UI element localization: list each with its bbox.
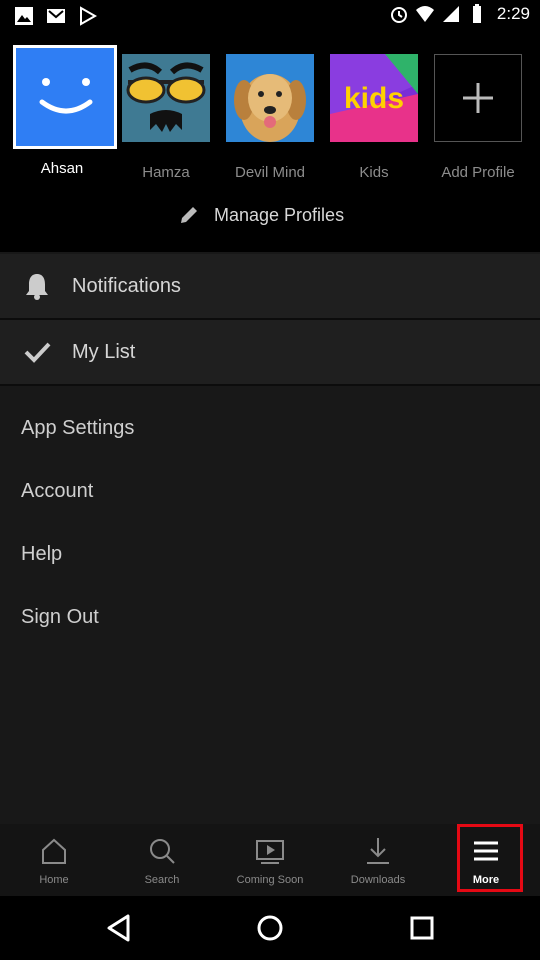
image-notification-icon <box>15 7 33 25</box>
plus-icon <box>463 83 493 113</box>
kids-logo: kids <box>330 54 418 142</box>
sunglasses-face-icon <box>126 62 206 132</box>
notifications-label: Notifications <box>72 274 181 297</box>
smiley-icon <box>39 78 93 114</box>
profile-ahsan[interactable]: Ahsan <box>13 45 117 177</box>
profile-selector: Ahsan Hamza Devil Mind kids Kids Add Pro… <box>0 34 540 252</box>
sign-out-item[interactable]: Sign Out <box>21 606 99 629</box>
alarm-icon <box>390 7 407 23</box>
tab-label: Search <box>144 874 180 886</box>
profile-name: Hamza <box>142 164 190 181</box>
highlight-box <box>457 824 523 892</box>
tab-search[interactable]: Search <box>108 824 216 896</box>
profile-name: Kids <box>359 164 389 181</box>
search-icon <box>150 839 175 864</box>
wifi-icon <box>415 6 434 22</box>
manage-profiles-button[interactable]: Manage Profiles <box>178 204 344 226</box>
avatar <box>13 45 117 149</box>
tab-label: Home <box>39 874 69 886</box>
profile-devil-mind[interactable]: Devil Mind <box>224 54 316 181</box>
avatar <box>122 54 210 142</box>
profile-kids[interactable]: kids Kids <box>328 54 420 181</box>
manage-profiles-label: Manage Profiles <box>214 204 345 225</box>
checkmark-icon <box>24 342 51 363</box>
home-icon <box>42 838 66 864</box>
play-store-icon <box>80 6 98 26</box>
profile-hamza[interactable]: Hamza <box>120 54 212 181</box>
help-item[interactable]: Help <box>21 543 62 566</box>
tab-coming-soon[interactable]: Coming Soon <box>216 824 324 896</box>
add-profile-button[interactable]: Add Profile <box>432 54 524 181</box>
play-screen-icon <box>256 840 284 864</box>
profile-name: Devil Mind <box>234 164 306 181</box>
tab-label: Downloads <box>350 874 406 886</box>
status-bar: 2:29 <box>0 0 540 34</box>
pencil-icon <box>181 207 197 223</box>
gmail-icon <box>47 9 65 23</box>
home-nav-icon[interactable] <box>254 912 286 944</box>
back-icon[interactable] <box>104 912 136 944</box>
clock: 2:29 <box>496 4 530 23</box>
bell-icon <box>26 274 48 300</box>
app-settings-item[interactable]: App Settings <box>21 417 134 440</box>
profile-name: Ahsan <box>40 160 84 177</box>
kids-logo-text: kids <box>344 82 404 115</box>
tab-downloads[interactable]: Downloads <box>324 824 432 896</box>
tab-label: Coming Soon <box>236 874 304 886</box>
divider <box>0 384 540 386</box>
more-menu: Notifications My List App Settings Accou… <box>0 252 540 824</box>
account-item[interactable]: Account <box>21 480 93 503</box>
signal-icon <box>442 6 459 22</box>
notifications-item[interactable]: Notifications <box>0 254 540 318</box>
my-list-label: My List <box>72 340 136 363</box>
system-nav-bar <box>0 896 540 960</box>
my-list-item[interactable]: My List <box>0 320 540 384</box>
avatar: kids <box>330 54 418 142</box>
dog-icon <box>234 74 306 142</box>
add-profile-tile <box>434 54 522 142</box>
battery-icon <box>472 4 481 23</box>
avatar <box>226 54 314 142</box>
profile-name: Add Profile <box>441 164 515 181</box>
tab-home[interactable]: Home <box>0 824 108 896</box>
recents-icon[interactable] <box>406 912 438 944</box>
download-icon <box>367 838 389 864</box>
